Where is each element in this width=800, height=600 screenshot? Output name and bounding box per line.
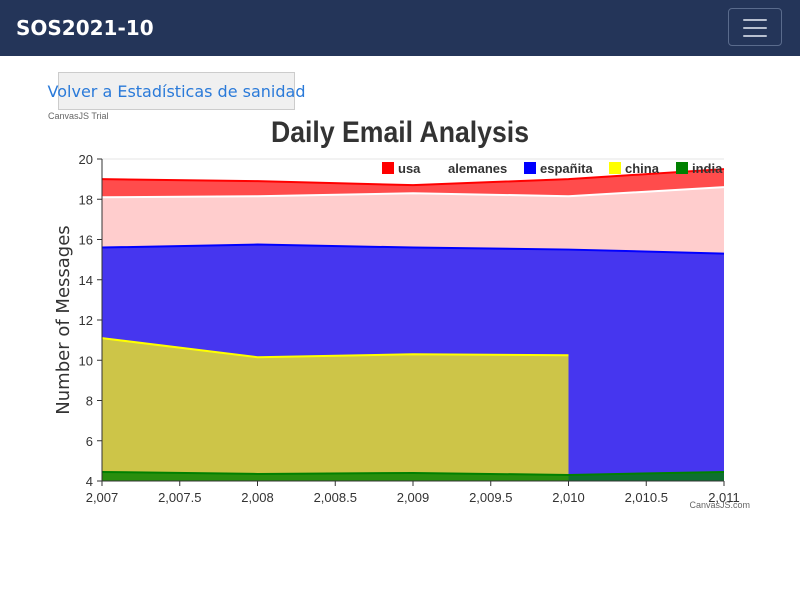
credit-watermark: CanvasJS.com — [689, 500, 750, 510]
y-tick-label: 20 — [79, 152, 93, 167]
legend-label-2: españita — [540, 161, 594, 176]
legend-swatch-3 — [609, 162, 621, 174]
legend-swatch-2 — [524, 162, 536, 174]
x-tick-label: 2,010.5 — [625, 490, 668, 505]
y-tick-label: 10 — [79, 353, 93, 368]
area-chart: CanvasJS Trial Daily Email Analysis Numb… — [48, 111, 750, 510]
x-tick-label: 2,007 — [86, 490, 119, 505]
x-tick-label: 2,007.5 — [158, 490, 201, 505]
legend-swatch-4 — [676, 162, 688, 174]
x-tick-label: 2,009 — [397, 490, 430, 505]
x-tick-label: 2,010 — [552, 490, 585, 505]
y-tick-label: 16 — [79, 233, 93, 248]
legend-label-3: china — [625, 161, 660, 176]
legend-label-4: india — [692, 161, 723, 176]
trial-watermark: CanvasJS Trial — [48, 111, 109, 121]
x-tick-label: 2,008 — [241, 490, 274, 505]
y-axis-title: Number of Messages — [53, 225, 74, 414]
y-tick-label: 12 — [79, 313, 93, 328]
legend-label-0: usa — [398, 161, 421, 176]
y-tick-label: 6 — [86, 434, 93, 449]
x-tick-label: 2,008.5 — [314, 490, 357, 505]
x-tick-label: 2,009.5 — [469, 490, 512, 505]
y-tick-label: 18 — [79, 192, 93, 207]
legend-swatch-1 — [432, 162, 444, 174]
chart-title: Daily Email Analysis — [271, 116, 529, 149]
y-tick-label: 14 — [79, 273, 93, 288]
y-tick-label: 4 — [86, 474, 93, 489]
y-tick-label: 8 — [86, 394, 93, 409]
legend-label-1: alemanes — [448, 161, 507, 176]
legend-swatch-0 — [382, 162, 394, 174]
area-series-3 — [102, 338, 569, 481]
